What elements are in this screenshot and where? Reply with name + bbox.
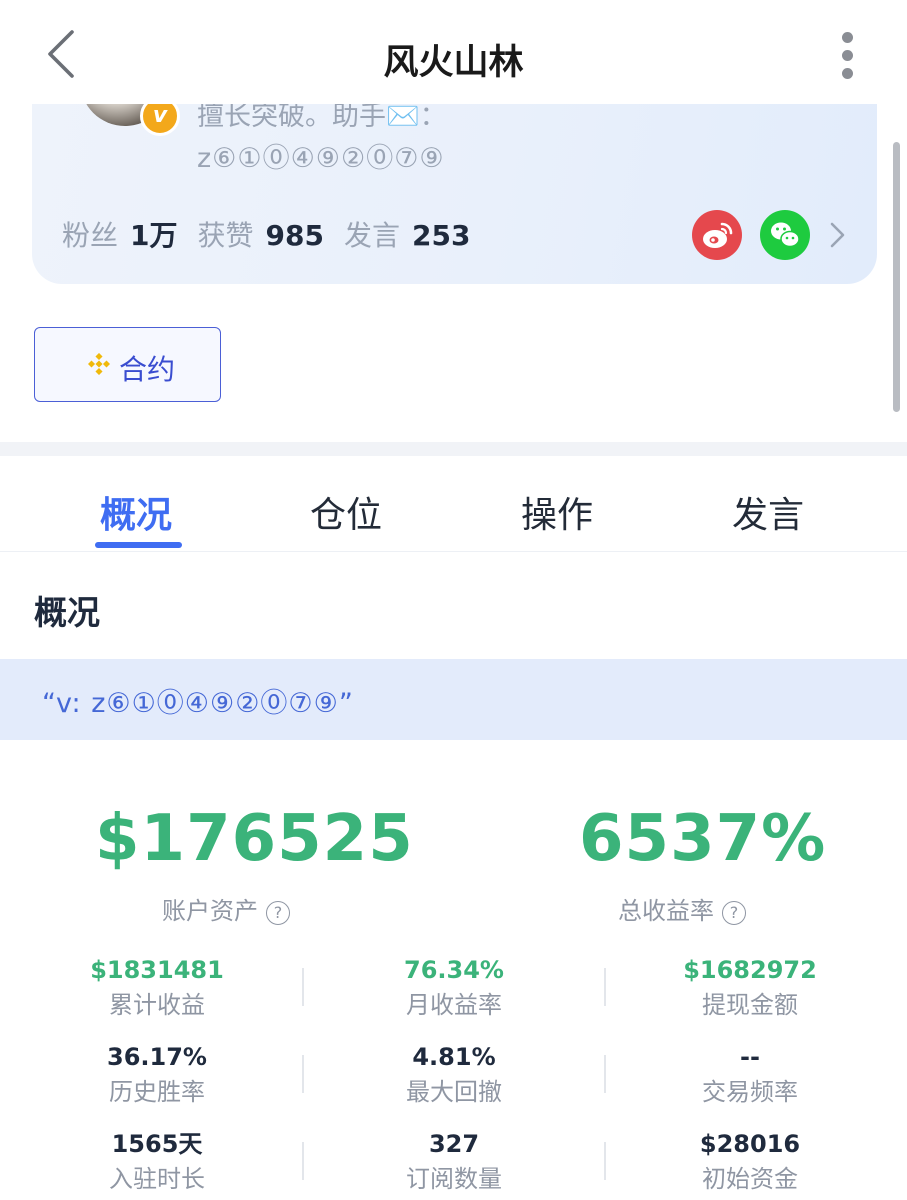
column-divider <box>604 1142 606 1180</box>
metric-withdrawal-amount: $1682972 提现金额 <box>600 955 900 1021</box>
column-divider <box>302 968 304 1006</box>
total-return-label-text: 总收益率 <box>618 897 714 925</box>
section-divider <box>0 442 907 456</box>
total-return-label: 总收益率? <box>618 891 746 926</box>
binance-icon <box>87 352 111 376</box>
account-assets-label-text: 账户资产 <box>162 897 258 925</box>
account-assets-value: $176525 <box>95 802 414 876</box>
chevron-right-icon[interactable] <box>826 218 850 252</box>
metric-value: 327 <box>428 1130 480 1158</box>
metric-label: 月收益率 <box>406 991 502 1019</box>
metric-label: 提现金额 <box>702 991 798 1019</box>
posts-count: 253 <box>411 219 471 252</box>
metric-value: 1565天 <box>111 1130 203 1158</box>
metric-days-joined: 1565天 入驻时长 <box>7 1129 307 1195</box>
likes-count: 985 <box>265 219 324 252</box>
posts-label: 发言 <box>343 219 400 252</box>
profile-stats: 粉丝 1万 获赞 985 发言 253 <box>62 214 490 254</box>
metric-max-drawdown: 4.81% 最大回撤 <box>304 1042 604 1108</box>
tab-overview[interactable]: 概况 <box>100 486 172 538</box>
metric-monthly-return: 76.34% 月收益率 <box>304 955 604 1021</box>
help-icon[interactable]: ? <box>722 901 746 925</box>
likes-label: 获赞 <box>197 219 254 252</box>
metric-label: 累计收益 <box>109 991 205 1019</box>
quote-banner: “v: z⑥①⓪④⑨②⓪⑦⑨” <box>0 659 907 740</box>
metric-label: 历史胜率 <box>109 1078 205 1106</box>
weibo-icon[interactable] <box>692 210 742 260</box>
metric-win-rate: 36.17% 历史胜率 <box>7 1042 307 1108</box>
active-tab-indicator <box>95 542 182 548</box>
metric-label: 入驻时长 <box>109 1165 205 1193</box>
total-return-value: 6537% <box>579 802 827 876</box>
fans-label: 粉丝 <box>62 219 119 252</box>
metric-value: 76.34% <box>404 956 504 984</box>
page-title: 风火山林 <box>383 43 524 83</box>
column-divider <box>604 1055 606 1093</box>
metric-value: $28016 <box>699 1130 801 1158</box>
tab-bar: 概况 仓位 操作 发言 <box>0 456 907 552</box>
contract-tag-label: 合约 <box>119 353 176 386</box>
tab-positions[interactable]: 仓位 <box>310 486 382 538</box>
top-nav-bar: 风火山林 <box>0 0 907 104</box>
metric-label: 交易频率 <box>702 1078 798 1106</box>
metric-cumulative-profit: $1831481 累计收益 <box>7 955 307 1021</box>
more-vertical-icon[interactable] <box>828 28 868 82</box>
column-divider <box>302 1055 304 1093</box>
contract-tag-button[interactable]: 合约 <box>34 327 221 402</box>
column-divider <box>302 1142 304 1180</box>
wechat-icon[interactable] <box>760 210 810 260</box>
metric-label: 订阅数量 <box>406 1165 502 1193</box>
overview-section-title: 概况 <box>34 593 100 632</box>
fans-count: 1万 <box>130 219 178 252</box>
metric-subscriptions: 327 订阅数量 <box>304 1129 604 1195</box>
tab-operations[interactable]: 操作 <box>521 486 593 538</box>
scrollbar[interactable] <box>893 142 900 412</box>
metric-value: $1831481 <box>90 956 224 984</box>
tab-posts[interactable]: 发言 <box>732 486 804 538</box>
metric-value: 4.81% <box>412 1043 496 1071</box>
account-assets-label: 账户资产? <box>162 891 290 926</box>
help-icon[interactable]: ? <box>266 901 290 925</box>
metric-value: 36.17% <box>107 1043 207 1071</box>
metric-trade-frequency: -- 交易频率 <box>600 1042 900 1108</box>
metric-value: $1682972 <box>683 956 817 984</box>
metric-label: 最大回撤 <box>406 1078 502 1106</box>
metric-label: 初始资金 <box>702 1165 798 1193</box>
quote-text: “v: z⑥①⓪④⑨②⓪⑦⑨” <box>42 688 354 719</box>
metric-value: -- <box>740 1043 760 1071</box>
bio-text-line2: z⑥①⓪④⑨②⓪⑦⑨ <box>197 143 445 174</box>
metric-initial-capital: $28016 初始资金 <box>600 1129 900 1195</box>
column-divider <box>604 968 606 1006</box>
